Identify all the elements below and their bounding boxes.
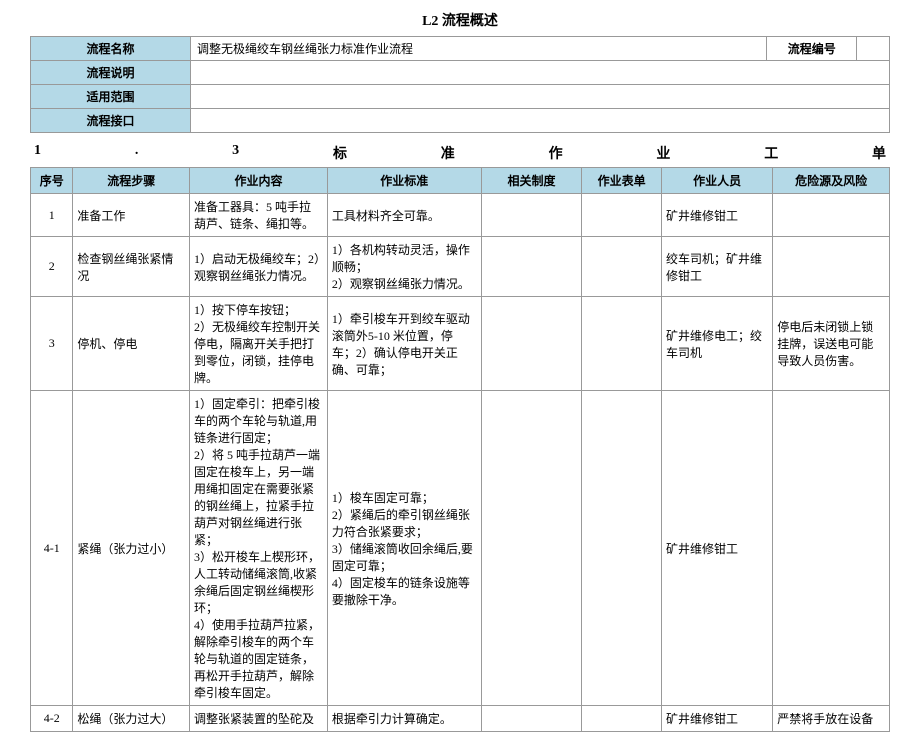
cell-step: 停机、停电 (73, 297, 190, 391)
th-standard: 作业标准 (327, 168, 481, 194)
cell-content: 1）按下停车按钮； 2）无极绳绞车控制开关停电，隔离开关手把打到零位，闭锁，挂停… (190, 297, 328, 391)
table-row: 3停机、停电1）按下停车按钮； 2）无极绳绞车控制开关停电，隔离开关手把打到零位… (31, 297, 890, 391)
cell-content: 调整张紧装置的坠砣及 (190, 706, 328, 732)
cell-system (481, 706, 582, 732)
cell-risk (773, 391, 890, 706)
meta-scope-label: 适用范围 (31, 85, 191, 109)
meta-scope-value (191, 85, 890, 109)
th-form: 作业表单 (582, 168, 662, 194)
cell-standard: 1）牵引梭车开到绞车驱动滚筒外5-10 米位置，停车；2）确认停电开关正确、可靠… (327, 297, 481, 391)
subheader-sep: . (135, 143, 139, 163)
cell-person: 矿井维修钳工 (661, 194, 772, 237)
th-step: 流程步骤 (73, 168, 190, 194)
table-row: 4-1紧绳（张力过小）1）固定牵引：把牵引梭车的两个车轮与轨道,用链条进行固定；… (31, 391, 890, 706)
cell-person: 矿井维修电工；绞车司机 (661, 297, 772, 391)
subheader-row: 1 . 3 标 准 作 业 工 单 (30, 139, 890, 167)
th-person: 作业人员 (661, 168, 772, 194)
cell-step: 紧绳（张力过小） (73, 391, 190, 706)
th-seq: 序号 (31, 168, 73, 194)
meta-process-code-label: 流程编号 (767, 37, 857, 61)
subheader-c3: 作 (549, 143, 563, 163)
cell-form (582, 194, 662, 237)
meta-desc-value (191, 61, 890, 85)
cell-standard: 工具材料齐全可靠。 (327, 194, 481, 237)
meta-process-name-value: 调整无极绳绞车钢丝绳张力标准作业流程 (191, 37, 767, 61)
subheader-3: 3 (232, 143, 239, 163)
cell-risk: 严禁将手放在设备 (773, 706, 890, 732)
cell-risk (773, 194, 890, 237)
cell-standard: 1）梭车固定可靠； 2）紧绳后的牵引钢丝绳张力符合张紧要求； 3）储绳滚筒收回余… (327, 391, 481, 706)
th-content: 作业内容 (190, 168, 328, 194)
data-table: 序号 流程步骤 作业内容 作业标准 相关制度 作业表单 作业人员 危险源及风险 … (30, 167, 890, 732)
subheader-1: 1 (34, 143, 41, 163)
cell-seq: 4-1 (31, 391, 73, 706)
table-row: 4-2松绳（张力过大）调整张紧装置的坠砣及根据牵引力计算确定。 矿井维修钳工严禁将… (31, 706, 890, 732)
cell-risk: 停电后未闭锁上锁挂牌，误送电可能导致人员伤害。 (773, 297, 890, 391)
subheader-c2: 准 (441, 143, 455, 163)
cell-content: 准备工器具：5 吨手拉葫芦、链条、绳扣等。 (190, 194, 328, 237)
cell-system (481, 237, 582, 297)
subheader-c4: 业 (656, 143, 670, 163)
cell-standard: 根据牵引力计算确定。 (327, 706, 481, 732)
meta-table: 流程名称 调整无极绳绞车钢丝绳张力标准作业流程 流程编号 流程说明 适用范围 流… (30, 36, 890, 133)
meta-interface-value (191, 109, 890, 133)
cell-content: 1）固定牵引：把牵引梭车的两个车轮与轨道,用链条进行固定； 2）将 5 吨手拉葫… (190, 391, 328, 706)
cell-system (481, 297, 582, 391)
cell-seq: 2 (31, 237, 73, 297)
cell-step: 检查钢丝绳张紧情况 (73, 237, 190, 297)
table-row: 1准备工作准备工器具：5 吨手拉葫芦、链条、绳扣等。工具材料齐全可靠。 矿井维修钳… (31, 194, 890, 237)
cell-step: 松绳（张力过大） (73, 706, 190, 732)
cell-form (582, 237, 662, 297)
subheader-c1: 标 (333, 143, 347, 163)
cell-system (481, 391, 582, 706)
cell-person: 绞车司机；矿井维修钳工 (661, 237, 772, 297)
cell-system (481, 194, 582, 237)
meta-desc-label: 流程说明 (31, 61, 191, 85)
meta-process-code-value (857, 37, 890, 61)
meta-interface-label: 流程接口 (31, 109, 191, 133)
cell-form (582, 297, 662, 391)
cell-person: 矿井维修钳工 (661, 706, 772, 732)
cell-standard: 1）各机构转动灵活，操作顺畅； 2）观察钢丝绳张力情况。 (327, 237, 481, 297)
cell-form (582, 391, 662, 706)
subheader-c6: 单 (872, 143, 886, 163)
cell-form (582, 706, 662, 732)
cell-seq: 3 (31, 297, 73, 391)
cell-seq: 4-2 (31, 706, 73, 732)
cell-step: 准备工作 (73, 194, 190, 237)
subheader-c5: 工 (764, 143, 778, 163)
cell-content: 1）启动无极绳绞车；2）观察钢丝绳张力情况。 (190, 237, 328, 297)
th-system: 相关制度 (481, 168, 582, 194)
cell-risk (773, 237, 890, 297)
cell-seq: 1 (31, 194, 73, 237)
page-title: L2 流程概述 (30, 10, 890, 30)
table-row: 2检查钢丝绳张紧情况1）启动无极绳绞车；2）观察钢丝绳张力情况。1）各机构转动灵… (31, 237, 890, 297)
th-risk: 危险源及风险 (773, 168, 890, 194)
meta-process-name-label: 流程名称 (31, 37, 191, 61)
meta-process-name-text: 调整无极绳绞车钢丝绳张力标准作业流程 (197, 42, 413, 56)
cell-person: 矿井维修钳工 (661, 391, 772, 706)
